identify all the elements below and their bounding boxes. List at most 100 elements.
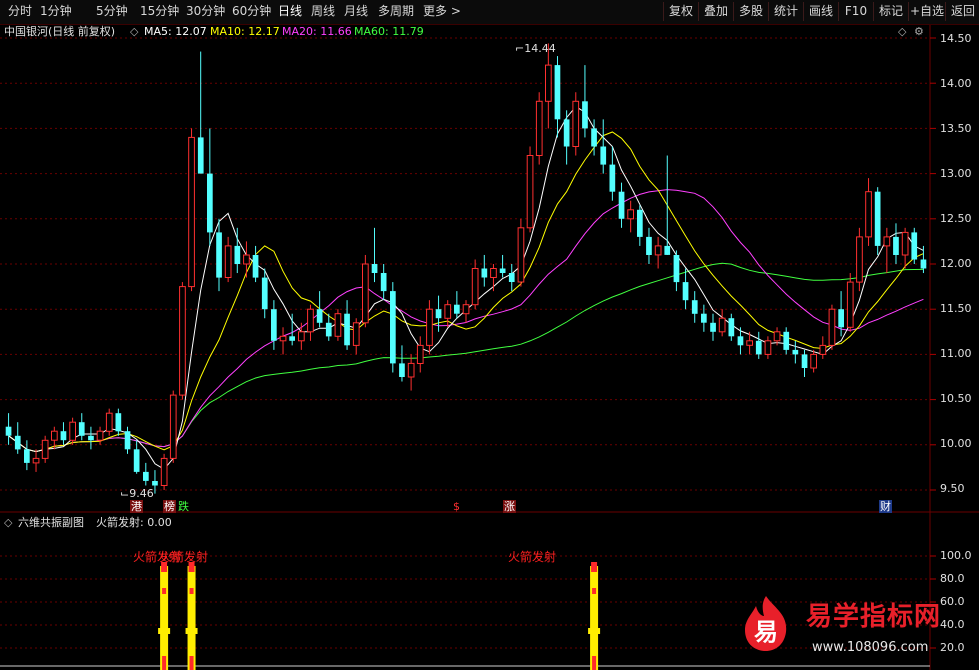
rocket-signal-bars (158, 562, 601, 670)
candle-body (426, 308, 433, 346)
candle-down (435, 295, 442, 332)
period-tab-monthly[interactable]: 月线 (344, 3, 368, 20)
fuquan-button[interactable]: 复权 (663, 2, 698, 21)
overlay-button[interactable]: 叠加 (698, 2, 733, 21)
candle-body (316, 309, 323, 323)
candle-down (728, 313, 735, 341)
candle-body (105, 412, 113, 432)
price-tick: 14.50 (940, 32, 972, 45)
candle-up (407, 354, 415, 391)
diamond-icon[interactable]: ◇ (898, 25, 906, 39)
sub-legend-toggle-icon[interactable]: ◇ (4, 516, 12, 530)
f10-button[interactable]: F10 (838, 2, 873, 21)
period-tab-5min[interactable]: 5分钟 (96, 3, 128, 20)
draw-line-button[interactable]: 画线 (803, 2, 838, 21)
candle-body (801, 354, 808, 368)
candle-up (471, 259, 479, 310)
candle-body (14, 435, 21, 450)
candle-up (96, 426, 104, 445)
candle-down (481, 254, 488, 287)
candle-body (5, 426, 12, 436)
candle-down (618, 182, 625, 228)
candle-body (462, 304, 470, 315)
gear-icon[interactable]: ⚙ (914, 25, 924, 39)
candle-body (252, 255, 259, 278)
candle-body (911, 232, 918, 260)
candle-body (124, 431, 131, 450)
rocket-body (187, 566, 196, 670)
legend-toggle-icon[interactable]: ◇ (130, 25, 138, 39)
candle-body (819, 344, 827, 355)
stock-name[interactable]: 中国银河(日线 前复权) (4, 25, 115, 39)
candle-body (865, 191, 872, 238)
candle-down (143, 462, 149, 486)
candle-body (563, 119, 570, 147)
watermark-url: www.108096.com (812, 640, 929, 655)
candle-body (810, 353, 817, 369)
candle-down (609, 146, 616, 201)
candle-up (828, 304, 836, 350)
candle-body (133, 449, 140, 472)
event-badge-rank[interactable]: 榜 (163, 500, 176, 513)
kline-chart[interactable] (0, 0, 979, 670)
rocket-fin (185, 628, 198, 634)
period-tab-fenshi[interactable]: 分时 (8, 3, 32, 20)
event-badge-hk[interactable]: 港 (130, 500, 143, 513)
candle-up (279, 327, 287, 355)
multi-stock-button[interactable]: 多股 (733, 2, 768, 21)
statistics-button[interactable]: 统计 (768, 2, 803, 21)
candle-up (572, 92, 580, 156)
candle-down (682, 268, 689, 310)
candle-up (105, 408, 113, 436)
period-tab-15min[interactable]: 15分钟 (140, 3, 179, 20)
candle-body (499, 268, 506, 273)
event-badge-rise[interactable]: 涨 (503, 500, 516, 513)
event-badge-finance[interactable]: 财 (879, 500, 892, 513)
period-tab-30min[interactable]: 30分钟 (186, 3, 225, 20)
period-tab-daily[interactable]: 日线 (278, 3, 302, 20)
candle-body (307, 308, 314, 333)
candle-body (517, 227, 525, 283)
mark-button[interactable]: 标记 (873, 2, 908, 21)
period-tab-multi[interactable]: 多周期 (378, 3, 414, 20)
candle-body (718, 317, 726, 333)
candle-body (32, 457, 40, 464)
period-tab-weekly[interactable]: 周线 (311, 3, 335, 20)
back-button[interactable]: 返回 (945, 2, 979, 21)
candle-up (526, 146, 534, 233)
candle-body (838, 309, 844, 328)
candle-up (243, 241, 250, 278)
rocket-flame (592, 656, 597, 670)
candle-body (591, 128, 597, 147)
event-badge-fall[interactable]: 跌 (177, 500, 190, 513)
candle-down (399, 345, 405, 382)
candle-body (380, 273, 387, 292)
candle-down (582, 65, 588, 138)
candle-body (454, 304, 460, 314)
rocket-signal (185, 562, 198, 670)
add-watchlist-button[interactable]: +自选 (908, 2, 945, 21)
period-tab-60min[interactable]: 60分钟 (232, 3, 271, 20)
candle-up (901, 227, 909, 269)
candle-body (783, 331, 790, 350)
candle-up (856, 227, 863, 292)
period-tab-1min[interactable]: 1分钟 (40, 3, 72, 20)
candle-up (334, 309, 342, 341)
candle-up (810, 349, 817, 373)
price-tick: 11.50 (940, 302, 972, 315)
rocket-mark (189, 588, 194, 594)
candle-body (773, 331, 781, 342)
period-tab-more[interactable]: 更多 > (423, 3, 461, 20)
candle-down (874, 187, 881, 255)
rocket-fin (158, 628, 171, 634)
candle-down (133, 440, 140, 474)
candle-body (637, 209, 643, 237)
candle-up (819, 336, 827, 359)
event-badge-dollar[interactable]: $ (452, 500, 461, 513)
candle-body (261, 277, 268, 310)
candle-body (710, 322, 716, 332)
candle-body (115, 413, 122, 432)
candle-down (5, 413, 12, 445)
candle-up (179, 282, 186, 400)
sub-chart-title[interactable]: 六维共振副图 (18, 516, 84, 530)
